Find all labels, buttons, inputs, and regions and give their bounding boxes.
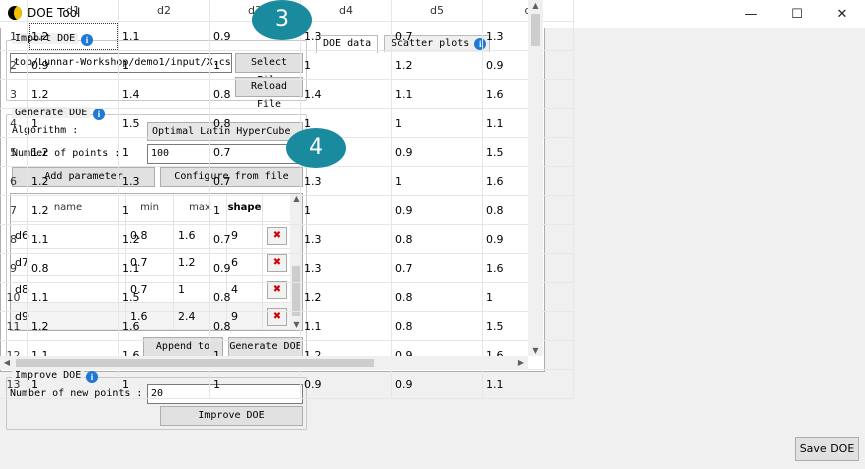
grid-scroll-left-arrow[interactable]: ◀: [2, 358, 12, 367]
grid-row-header[interactable]: 1: [0, 22, 28, 51]
grid-cell[interactable]: 1: [210, 370, 301, 399]
grid-cell[interactable]: 1.1: [119, 22, 210, 51]
grid-row-header[interactable]: 6: [0, 167, 28, 196]
grid-column-header[interactable]: d5: [392, 0, 483, 22]
grid-vscroll-thumb[interactable]: [531, 14, 540, 46]
grid-cell[interactable]: 1.1: [392, 80, 483, 109]
grid-cell[interactable]: 1.1: [119, 254, 210, 283]
grid-cell[interactable]: 1: [119, 138, 210, 167]
grid-vertical-scrollbar[interactable]: ▲ ▼: [528, 0, 543, 356]
grid-cell[interactable]: 1: [119, 51, 210, 80]
grid-row-header[interactable]: 13: [0, 370, 28, 399]
grid-cell[interactable]: 0.8: [392, 312, 483, 341]
grid-cell[interactable]: 1: [210, 51, 301, 80]
grid-cell[interactable]: 1.2: [28, 312, 119, 341]
grid-cell[interactable]: 1.4: [301, 80, 392, 109]
grid-cell[interactable]: 1: [392, 109, 483, 138]
minimize-button[interactable]: —: [728, 0, 774, 28]
grid-scroll-up-arrow[interactable]: ▲: [528, 1, 543, 10]
grid-horizontal-scrollbar[interactable]: ◀ ▶: [0, 356, 528, 370]
grid-cell[interactable]: 1: [28, 370, 119, 399]
grid-cell[interactable]: 0.8: [210, 312, 301, 341]
grid-cell[interactable]: 0.7: [210, 167, 301, 196]
grid-cell[interactable]: 1.1: [28, 225, 119, 254]
grid-row-header[interactable]: 4: [0, 109, 28, 138]
grid-cell[interactable]: 1.2: [28, 80, 119, 109]
grid-cell[interactable]: 0.7: [210, 225, 301, 254]
grid-cell[interactable]: 1.2: [119, 225, 210, 254]
grid-corner[interactable]: [0, 0, 28, 22]
grid-row-header[interactable]: 10: [0, 283, 28, 312]
grid-row-header[interactable]: 11: [0, 312, 28, 341]
grid-scroll-down-arrow[interactable]: ▼: [528, 346, 543, 355]
maximize-button[interactable]: ☐: [774, 0, 820, 28]
grid-cell[interactable]: 1.2: [28, 22, 119, 51]
grid-cell[interactable]: 1: [301, 196, 392, 225]
callout-3: 3: [252, 0, 312, 40]
grid-cell[interactable]: 1: [119, 370, 210, 399]
grid-cell[interactable]: 0.8: [392, 283, 483, 312]
grid-hscroll-thumb[interactable]: [16, 359, 374, 367]
close-button[interactable]: ✕: [819, 0, 865, 28]
grid-cell[interactable]: 1.3: [119, 167, 210, 196]
save-doe-button[interactable]: Save DOE: [795, 437, 859, 461]
grid-cell[interactable]: 1: [210, 196, 301, 225]
grid-cell[interactable]: 0.9: [392, 196, 483, 225]
grid-cell[interactable]: 1.1: [483, 370, 574, 399]
grid-cell[interactable]: 0.8: [210, 109, 301, 138]
callout-4: 4: [286, 128, 346, 168]
grid-cell[interactable]: 1.6: [119, 312, 210, 341]
grid-cell[interactable]: 1.3: [301, 225, 392, 254]
grid-cell[interactable]: 1.2: [28, 138, 119, 167]
grid-scroll-right-arrow[interactable]: ▶: [516, 358, 526, 367]
grid-cell[interactable]: 0.7: [392, 254, 483, 283]
doe-data-grid: d1d2d3d4d5d11.21.10.91.30.71.320.91111.2…: [0, 0, 574, 399]
grid-cell[interactable]: 1.2: [301, 283, 392, 312]
grid-cell[interactable]: 1.5: [119, 109, 210, 138]
improve-doe-button[interactable]: Improve DOE: [160, 406, 303, 426]
grid-cell[interactable]: 1.3: [301, 167, 392, 196]
grid-column-header[interactable]: d2: [119, 0, 210, 22]
grid-cell[interactable]: 1.5: [119, 283, 210, 312]
grid-cell[interactable]: 0.8: [28, 254, 119, 283]
grid-cell[interactable]: 1.1: [301, 312, 392, 341]
grid-row-header[interactable]: 2: [0, 51, 28, 80]
grid-cell[interactable]: 0.8: [392, 225, 483, 254]
grid-cell[interactable]: 0.8: [210, 80, 301, 109]
grid-cell[interactable]: 1: [301, 51, 392, 80]
grid-column-header[interactable]: d4: [301, 0, 392, 22]
grid-row-header[interactable]: 8: [0, 225, 28, 254]
grid-row-header[interactable]: 3: [0, 80, 28, 109]
grid-cell[interactable]: 0.9: [301, 370, 392, 399]
grid-cell[interactable]: 0.7: [392, 22, 483, 51]
grid-cell[interactable]: 1.4: [119, 80, 210, 109]
grid-cell[interactable]: 1.3: [301, 22, 392, 51]
grid-cell[interactable]: 1.2: [28, 167, 119, 196]
grid-cell[interactable]: 1: [119, 196, 210, 225]
grid-cell[interactable]: 0.9: [392, 138, 483, 167]
grid-cell[interactable]: 0.9: [392, 370, 483, 399]
grid-cell[interactable]: 1.3: [301, 254, 392, 283]
grid-cell[interactable]: 0.9: [210, 254, 301, 283]
grid-cell[interactable]: 0.8: [210, 283, 301, 312]
grid-cell[interactable]: 0.9: [28, 51, 119, 80]
grid-cell[interactable]: 1: [28, 109, 119, 138]
grid-row-header[interactable]: 5: [0, 138, 28, 167]
grid-cell[interactable]: 1.2: [392, 51, 483, 80]
grid-cell[interactable]: 1.1: [28, 283, 119, 312]
grid-cell[interactable]: 1: [392, 167, 483, 196]
grid-row-header[interactable]: 7: [0, 196, 28, 225]
grid-cell[interactable]: 1.2: [28, 196, 119, 225]
grid-row-header[interactable]: 9: [0, 254, 28, 283]
grid-column-header[interactable]: d1: [28, 0, 119, 22]
